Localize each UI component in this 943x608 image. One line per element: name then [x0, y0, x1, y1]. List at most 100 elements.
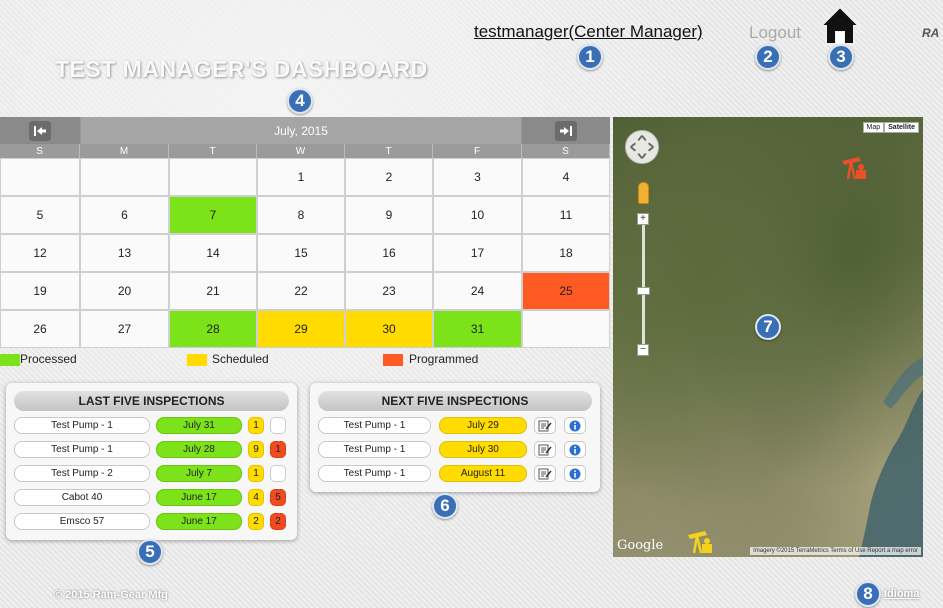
inspection-date-field[interactable]: August 11	[439, 465, 527, 482]
edit-button[interactable]	[534, 465, 556, 482]
calendar-day-cell[interactable]: 22	[257, 272, 345, 310]
inspection-date-field[interactable]: July 30	[439, 441, 527, 458]
inspection-row: Test Pump - 1 July 28 9 1	[14, 441, 289, 458]
calendar-day-cell[interactable]: 1	[257, 158, 345, 196]
alert-badge[interactable]	[270, 417, 286, 434]
zoom-slider-handle[interactable]	[637, 287, 650, 295]
street-view-pegman-icon[interactable]	[638, 182, 649, 204]
alert-badge[interactable]: 5	[270, 489, 286, 506]
calendar-day-cell[interactable]: 29	[257, 310, 345, 348]
calendar-day-cell[interactable]: 25	[522, 272, 610, 310]
alert-badge[interactable]: 2	[270, 513, 286, 530]
zoom-out-button[interactable]: −	[637, 344, 649, 356]
equipment-name-field[interactable]: Test Pump - 2	[14, 465, 150, 482]
calendar-day-cell[interactable]: 13	[80, 234, 169, 272]
home-icon[interactable]	[818, 4, 862, 46]
calendar-day-cell[interactable]: 27	[80, 310, 169, 348]
info-icon	[569, 420, 581, 431]
annotation-marker-3: 3	[828, 44, 854, 70]
inspection-date-field[interactable]: June 17	[156, 489, 242, 506]
calendar-day-cell[interactable]: 9	[345, 196, 433, 234]
edit-button[interactable]	[534, 441, 556, 458]
brand-text: RA	[922, 26, 940, 40]
calendar-empty-cell	[0, 158, 80, 196]
inspection-row: Emsco 57 June 17 2 2	[14, 513, 289, 530]
calendar-day-cell[interactable]: 16	[345, 234, 433, 272]
inspection-date-field[interactable]: July 29	[439, 417, 527, 434]
calendar-day-cell[interactable]: 18	[522, 234, 610, 272]
calendar-grid: 1 2 3 4 5 6 7 8 9 10 11 12 13 14 15 16 17 18 19 20 21 22 23 24 2…	[0, 158, 610, 348]
calendar-day-cell[interactable]: 3	[433, 158, 522, 196]
equipment-name-field[interactable]: Test Pump - 1	[318, 441, 431, 458]
equipment-name-field[interactable]: Test Pump - 1	[14, 441, 150, 458]
inspection-date-field[interactable]: July 7	[156, 465, 242, 482]
calendar-day-cell[interactable]: 14	[169, 234, 257, 272]
calendar-day-cell[interactable]: 23	[345, 272, 433, 310]
language-link[interactable]: Idioma	[884, 588, 919, 600]
calendar-day-cell[interactable]: 21	[169, 272, 257, 310]
map-type-satellite-button[interactable]: Satellite	[884, 122, 919, 133]
inspection-row: Test Pump - 1 July 31 1	[14, 417, 289, 434]
calendar-day-cell[interactable]: 31	[433, 310, 522, 348]
annotation-marker-6: 6	[432, 493, 458, 519]
calendar-week-row: 1234	[0, 158, 610, 196]
zoom-slider-track[interactable]	[642, 217, 645, 349]
coastline-shape	[858, 357, 923, 557]
user-profile-link[interactable]: testmanager(Center Manager)	[474, 22, 703, 42]
calendar-week-row: 26 27 28 29 30 31	[0, 310, 610, 348]
calendar-day-cell[interactable]: 8	[257, 196, 345, 234]
edit-button[interactable]	[534, 417, 556, 434]
calendar-day-cell[interactable]: 30	[345, 310, 433, 348]
annotation-marker-2: 2	[755, 44, 781, 70]
calendar-week-row: 12 13 14 15 16 17 18	[0, 234, 610, 272]
equipment-name-field[interactable]: Test Pump - 1	[318, 417, 431, 434]
page-title: TEST MANAGER'S DASHBOARD	[55, 56, 428, 82]
calendar-day-cell[interactable]: 5	[0, 196, 80, 234]
info-button[interactable]	[564, 417, 586, 434]
calendar-day-cell[interactable]: 6	[80, 196, 169, 234]
equipment-name-field[interactable]: Test Pump - 1	[318, 465, 431, 482]
calendar-day-cell[interactable]: 24	[433, 272, 522, 310]
pan-control-icon[interactable]	[625, 130, 659, 164]
count-badge[interactable]: 9	[248, 441, 264, 458]
calendar-empty-cell	[169, 158, 257, 196]
previous-month-button[interactable]	[29, 120, 51, 141]
calendar-day-cell[interactable]: 12	[0, 234, 80, 272]
alert-badge[interactable]	[270, 465, 286, 482]
calendar-day-cell[interactable]: 19	[0, 272, 80, 310]
next-month-button[interactable]	[555, 120, 577, 141]
map-attribution[interactable]: Imagery ©2015 TerraMetrics Terms of Use …	[750, 547, 921, 555]
inspection-date-field[interactable]: July 31	[156, 417, 242, 434]
annotation-marker-8: 8	[855, 581, 881, 607]
arrow-right-to-bar-icon	[560, 125, 572, 136]
equipment-name-field[interactable]: Cabot 40	[14, 489, 150, 506]
inspection-date-field[interactable]: July 28	[156, 441, 242, 458]
calendar-day-cell[interactable]: 17	[433, 234, 522, 272]
count-badge[interactable]: 1	[248, 417, 264, 434]
count-badge[interactable]: 2	[248, 513, 264, 530]
pumpjack-marker-icon[interactable]	[685, 527, 715, 557]
map-type-map-button[interactable]: Map	[862, 122, 885, 133]
info-button[interactable]	[564, 465, 586, 482]
calendar-day-cell[interactable]: 2	[345, 158, 433, 196]
alert-badge[interactable]: 1	[270, 441, 286, 458]
count-badge[interactable]: 1	[248, 465, 264, 482]
equipment-name-field[interactable]: Emsco 57	[14, 513, 150, 530]
calendar-day-cell[interactable]: 11	[522, 196, 610, 234]
logout-link[interactable]: Logout	[749, 23, 801, 43]
info-button[interactable]	[564, 441, 586, 458]
calendar-day-cell[interactable]: 15	[257, 234, 345, 272]
equipment-name-field[interactable]: Test Pump - 1	[14, 417, 150, 434]
zoom-in-button[interactable]: +	[637, 213, 649, 225]
pumpjack-marker-icon[interactable]	[839, 153, 869, 183]
inspection-date-field[interactable]: June 17	[156, 513, 242, 530]
annotation-marker-7: 7	[755, 314, 781, 340]
count-badge[interactable]: 4	[248, 489, 264, 506]
calendar-day-cell[interactable]: 20	[80, 272, 169, 310]
inspection-row: Test Pump - 1 August 11	[318, 465, 593, 482]
calendar-day-cell[interactable]: 10	[433, 196, 522, 234]
calendar-day-cell[interactable]: 28	[169, 310, 257, 348]
calendar-day-cell[interactable]: 4	[522, 158, 610, 196]
calendar-day-cell[interactable]: 26	[0, 310, 80, 348]
calendar-day-cell[interactable]: 7	[169, 196, 257, 234]
